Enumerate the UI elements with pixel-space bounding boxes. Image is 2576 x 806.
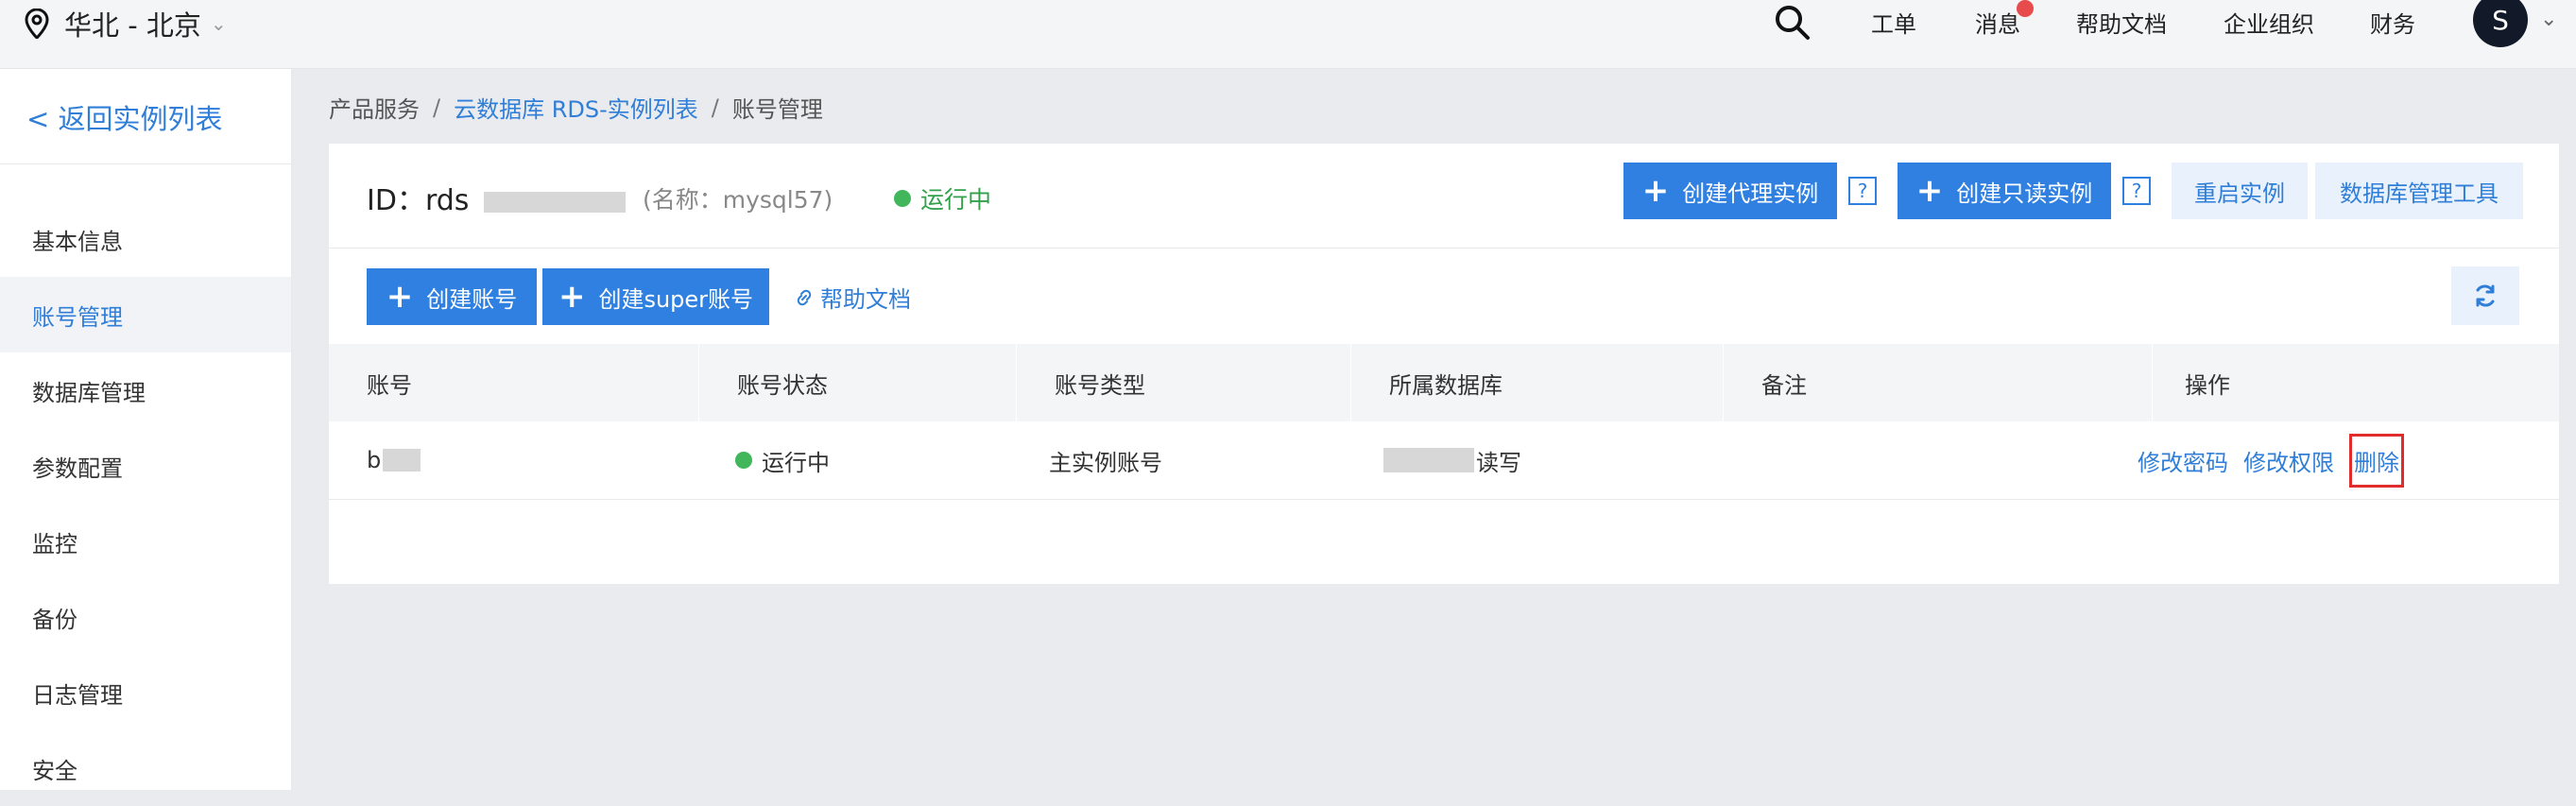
nav-ticket[interactable]: 工单 <box>1871 0 1916 43</box>
change-permissions-link[interactable]: 修改权限 <box>2243 444 2334 477</box>
breadcrumb: 产品服务 / 云数据库 RDS-实例列表 / 账号管理 <box>329 91 823 124</box>
instance-id: ID：rds <box>367 177 626 218</box>
redacted-id <box>483 191 626 213</box>
create-proxy-instance-label: 创建代理实例 <box>1682 180 1819 207</box>
breadcrumb-separator: / <box>433 94 441 121</box>
instance-status-label: 运行中 <box>920 186 992 214</box>
column-header-note: 备注 <box>1724 344 2153 421</box>
sidebar-item-database-management[interactable]: 数据库管理 <box>0 352 291 428</box>
instance-id-label: ID：rds <box>367 184 470 217</box>
instance-header: ID：rds (名称：mysql57) 运行中 + 创建代理实例 ? + 创建只… <box>329 144 2559 249</box>
help-doc-label: 帮助文档 <box>820 286 911 313</box>
sidebar-item-logs[interactable]: 日志管理 <box>0 655 291 730</box>
search-icon <box>1776 6 1810 40</box>
create-readonly-instance-label: 创建只读实例 <box>1956 180 2093 207</box>
breadcrumb-current: 账号管理 <box>731 96 823 123</box>
sidebar-item-account-management[interactable]: 账号管理 <box>0 277 291 352</box>
account-management-card: ID：rds (名称：mysql57) 运行中 + 创建代理实例 ? + 创建只… <box>329 144 2559 584</box>
notification-badge <box>2017 0 2034 17</box>
back-to-instance-list-link[interactable]: < 返回实例列表 <box>26 97 223 137</box>
region-selector[interactable]: 华北 - 北京 ⌄ <box>25 0 227 47</box>
plus-icon: + <box>1915 172 1944 210</box>
nav-messages[interactable]: 消息 <box>1975 0 2034 43</box>
create-readonly-instance-button[interactable]: + 创建只读实例 <box>1898 163 2111 219</box>
sidebar-item-parameters[interactable]: 参数配置 <box>0 428 291 504</box>
database-tool-button[interactable]: 数据库管理工具 <box>2315 163 2523 219</box>
sidebar-item-monitoring[interactable]: 监控 <box>0 504 291 579</box>
chevron-down-icon: ⌄ <box>210 12 227 35</box>
help-doc-link[interactable]: 帮助文档 <box>794 281 911 314</box>
restart-instance-button[interactable]: 重启实例 <box>2172 163 2308 219</box>
column-header-database: 所属数据库 <box>1351 344 1724 421</box>
nav-help-docs[interactable]: 帮助文档 <box>2076 0 2167 43</box>
location-pin-icon <box>25 9 49 39</box>
table-row: b 运行中 主实例账号 读写 修改密码 修改权限 删除 <box>329 421 2559 500</box>
create-proxy-instance-button[interactable]: + 创建代理实例 <box>1623 163 1837 219</box>
column-header-status: 账号状态 <box>699 344 1017 421</box>
redacted-account <box>383 449 421 472</box>
column-header-account: 账号 <box>329 344 699 421</box>
database-permission: 读写 <box>1476 449 1521 476</box>
plus-icon: + <box>1641 172 1670 210</box>
create-account-label: 创建账号 <box>426 285 518 313</box>
plus-icon: + <box>558 278 586 316</box>
account-name: b <box>367 447 382 473</box>
breadcrumb-separator: / <box>711 94 719 121</box>
create-account-button[interactable]: + 创建账号 <box>367 268 537 325</box>
status-dot-icon <box>894 190 911 207</box>
region-label: 华北 - 北京 <box>64 9 201 42</box>
breadcrumb-product-services: 产品服务 <box>329 96 420 123</box>
column-header-type: 账号类型 <box>1017 344 1351 421</box>
search-button[interactable] <box>1773 0 1811 43</box>
nav-finance[interactable]: 财务 <box>2370 0 2415 43</box>
refresh-button[interactable] <box>2451 266 2519 325</box>
top-bar: 华北 - 北京 ⌄ 工单 消息 帮助文档 企业组织 财务 S ⌄ <box>0 0 2576 69</box>
cell-database: 读写 <box>1383 421 1521 499</box>
link-icon <box>797 289 812 305</box>
account-status: 运行中 <box>762 449 830 476</box>
account-table-header: 账号 账号状态 账号类型 所属数据库 备注 操作 <box>329 344 2559 421</box>
nav-messages-label: 消息 <box>1975 10 2020 38</box>
avatar[interactable]: S <box>2473 0 2528 47</box>
redacted-database <box>1383 448 1474 472</box>
sidebar-item-backup[interactable]: 备份 <box>0 579 291 655</box>
plus-icon: + <box>386 278 414 316</box>
refresh-icon <box>2476 284 2495 307</box>
instance-status: 运行中 <box>894 181 991 215</box>
help-question-icon[interactable]: ? <box>2122 177 2151 205</box>
create-super-account-label: 创建super账号 <box>598 285 754 313</box>
breadcrumb-instance-list-link[interactable]: 云数据库 RDS-实例列表 <box>454 91 698 124</box>
sidebar: < 返回实例列表 基本信息 账号管理 数据库管理 参数配置 监控 备份 日志管理… <box>0 69 292 790</box>
sidebar-item-security[interactable]: 安全 <box>0 730 291 806</box>
change-password-link[interactable]: 修改密码 <box>2138 444 2228 477</box>
cell-type: 主实例账号 <box>1049 449 1162 476</box>
create-super-account-button[interactable]: + 创建super账号 <box>542 268 769 325</box>
status-dot-icon <box>735 452 752 469</box>
delete-account-link[interactable]: 删除 <box>2349 433 2404 488</box>
divider <box>0 163 291 164</box>
nav-enterprise-org[interactable]: 企业组织 <box>2224 0 2314 43</box>
cell-status: 运行中 <box>735 421 830 499</box>
instance-alias: (名称：mysql57) <box>643 186 833 214</box>
sidebar-item-basic-info[interactable]: 基本信息 <box>0 201 291 277</box>
chevron-down-icon[interactable]: ⌄ <box>2540 8 2557 31</box>
help-question-icon[interactable]: ? <box>1848 177 1877 205</box>
cell-actions: 修改密码 修改权限 删除 <box>2138 421 2404 499</box>
cell-account: b <box>367 421 421 499</box>
column-header-actions: 操作 <box>2185 371 2230 399</box>
